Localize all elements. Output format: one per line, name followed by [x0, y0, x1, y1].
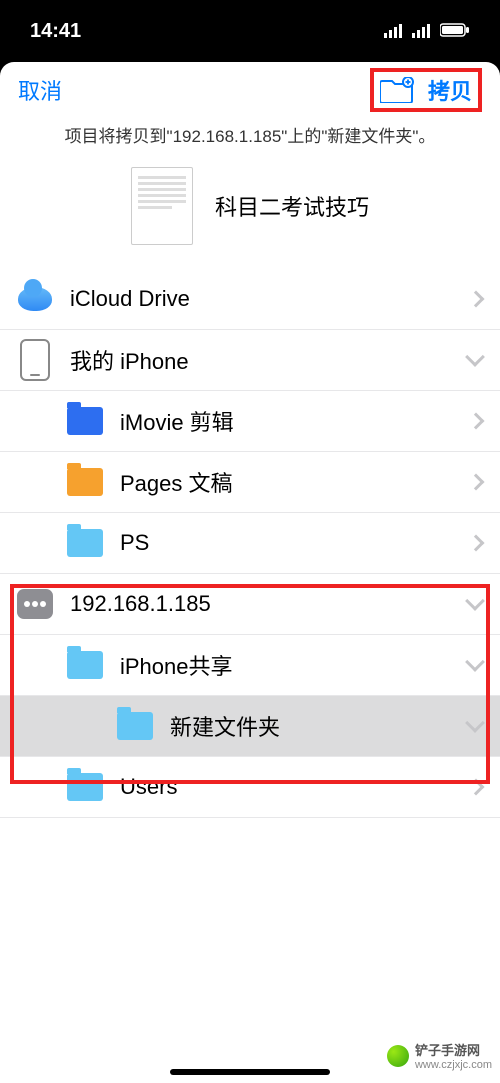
chevron-right-icon — [470, 293, 482, 305]
row-ps[interactable]: PS — [0, 513, 500, 574]
row-label: Pages 文稿 — [120, 466, 470, 498]
row-label: 我的 iPhone — [70, 344, 468, 376]
status-right — [384, 20, 470, 43]
row-icloud[interactable]: iCloud Drive — [0, 269, 500, 330]
subtitle-text: 项目将拷贝到"192.168.1.185"上的"新建文件夹"。 — [0, 118, 500, 157]
chevron-down-icon[interactable] — [468, 661, 482, 669]
signal-icon-2 — [412, 24, 432, 38]
sheet-header: 取消 拷贝 — [0, 62, 500, 118]
copy-button[interactable]: 拷贝 — [428, 74, 472, 106]
chevron-down-icon[interactable] — [468, 356, 482, 364]
row-label: iMovie 剪辑 — [120, 405, 470, 437]
folder-icon — [117, 712, 153, 740]
status-time: 14:41 — [30, 20, 81, 43]
signal-icon — [384, 24, 404, 38]
chevron-down-icon[interactable] — [468, 600, 482, 608]
row-pages[interactable]: Pages 文稿 — [0, 452, 500, 513]
folder-icon — [67, 773, 103, 801]
row-myiphone[interactable]: 我的 iPhone — [0, 330, 500, 391]
home-indicator — [170, 1069, 330, 1075]
copy-sheet: 取消 拷贝 项目将拷贝到"192.168.1.185"上的"新建文件夹"。 科目… — [0, 62, 500, 1083]
row-label: 新建文件夹 — [170, 710, 468, 742]
file-preview: 科目二考试技巧 — [0, 157, 500, 269]
battery-icon — [440, 20, 470, 43]
row-label: iCloud Drive — [70, 286, 470, 312]
folder-icon — [67, 407, 103, 435]
cancel-button[interactable]: 取消 — [18, 74, 62, 106]
watermark: 铲子手游网 www.czjxjc.com — [387, 1040, 492, 1071]
watermark-text: 铲子手游网 — [415, 1040, 492, 1059]
row-newfolder[interactable]: 新建文件夹 — [0, 696, 500, 757]
chevron-right-icon — [470, 781, 482, 793]
row-label: Users — [120, 774, 470, 800]
iphone-icon — [20, 339, 50, 381]
status-bar: 14:41 — [0, 0, 500, 62]
chevron-down-icon[interactable] — [468, 722, 482, 730]
row-label: 192.168.1.185 — [70, 591, 468, 617]
chevron-right-icon — [470, 476, 482, 488]
row-label: PS — [120, 530, 470, 556]
icloud-icon — [18, 287, 52, 311]
location-list: iCloud Drive 我的 iPhone iMovie 剪辑 Pages 文… — [0, 269, 500, 1083]
row-label: iPhone共享 — [120, 649, 468, 681]
row-server[interactable]: 192.168.1.185 — [0, 574, 500, 635]
server-icon — [17, 589, 53, 619]
new-folder-icon[interactable] — [380, 77, 414, 103]
chevron-right-icon — [470, 537, 482, 549]
file-name: 科目二考试技巧 — [215, 190, 369, 222]
watermark-url: www.czjxjc.com — [415, 1059, 492, 1071]
chevron-right-icon — [470, 415, 482, 427]
watermark-logo-icon — [387, 1045, 409, 1067]
folder-icon — [67, 651, 103, 679]
folder-icon — [67, 529, 103, 557]
folder-icon — [67, 468, 103, 496]
document-thumb-icon — [131, 167, 193, 245]
row-imovie[interactable]: iMovie 剪辑 — [0, 391, 500, 452]
row-users[interactable]: Users — [0, 757, 500, 818]
row-iphoneshare[interactable]: iPhone共享 — [0, 635, 500, 696]
